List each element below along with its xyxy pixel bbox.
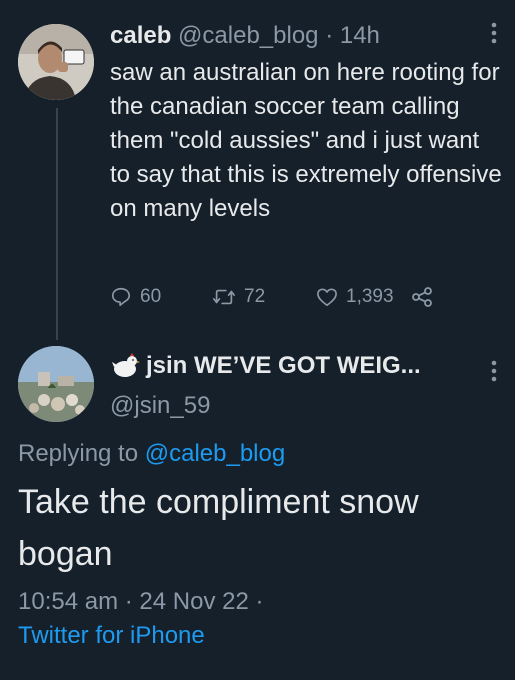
heart-icon (317, 288, 337, 306)
separator-dot: · (124, 588, 133, 615)
avatar[interactable] (18, 24, 94, 100)
separator-dot: · (255, 588, 264, 615)
retweet-count: 72 (244, 286, 266, 307)
retweet-icon (213, 289, 235, 305)
chicken-emoji-icon (112, 353, 140, 377)
tweet1-header: caleb @caleb_blog · 14h (110, 22, 380, 50)
tweet-time[interactable]: 10:54 am (18, 588, 118, 615)
user-photo (18, 24, 94, 100)
avatar[interactable] (18, 346, 94, 422)
reply-icon (111, 287, 131, 307)
retweet-button[interactable]: 72 (212, 286, 265, 308)
user-handle[interactable]: @caleb_blog (178, 22, 318, 49)
user-handle[interactable]: @jsin_59 (110, 392, 210, 420)
more-options-icon[interactable] (491, 360, 497, 387)
user-photo (18, 346, 94, 422)
replying-to-label: Replying to (18, 440, 145, 467)
share-icon (412, 287, 432, 307)
replying-to-handle-link[interactable]: @caleb_blog (145, 440, 285, 467)
thread-connector-line (56, 108, 58, 340)
timestamp[interactable]: 14h (340, 22, 380, 49)
tweet-actions: 60 72 1,393 (110, 286, 450, 316)
display-name[interactable]: jsin WE’VE GOT WEIG... (146, 352, 421, 380)
tweet-text: saw an australian on here rooting for th… (110, 59, 502, 222)
display-name[interactable]: caleb (110, 22, 171, 49)
tweet-text: Take the compliment snow bogan (18, 483, 419, 573)
tweet2-header: jsin WE’VE GOT WEIG... (110, 352, 421, 380)
tweet-meta: 10:54 am · 24 Nov 22 · (18, 588, 264, 616)
tweet-source-link[interactable]: Twitter for iPhone (18, 622, 205, 650)
share-button[interactable] (410, 286, 434, 308)
replying-to: Replying to @caleb_blog (18, 440, 285, 468)
reply-button[interactable]: 60 (110, 286, 161, 308)
tweet-date[interactable]: 24 Nov 22 (139, 588, 248, 615)
more-options-icon[interactable] (491, 22, 497, 49)
like-button[interactable]: 1,393 (316, 286, 394, 308)
reply-count: 60 (140, 286, 162, 307)
like-count: 1,393 (346, 286, 394, 307)
separator-dot: · (325, 22, 334, 49)
